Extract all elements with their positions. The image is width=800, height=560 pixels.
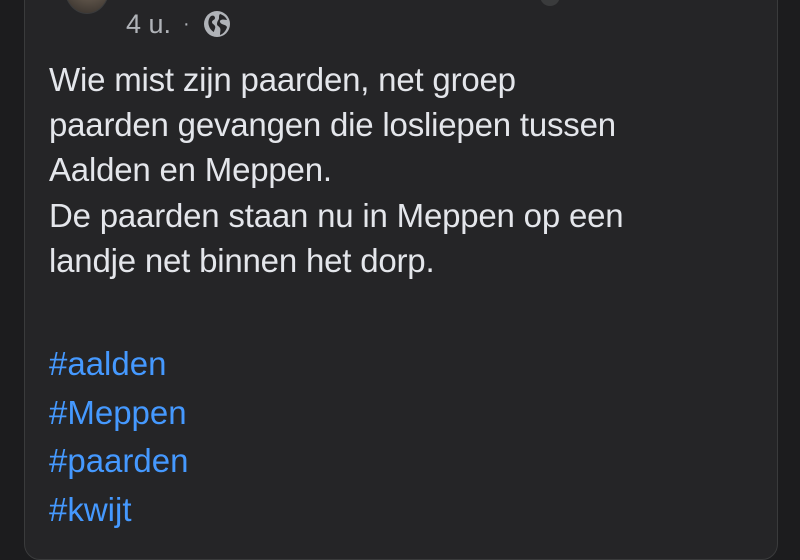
- post-timestamp[interactable]: 4 u.: [126, 9, 171, 40]
- post-body-line: Aalden en Meppen.: [49, 151, 332, 189]
- hashtag-paarden[interactable]: #paarden: [49, 437, 188, 486]
- meta-separator: ·: [183, 12, 190, 35]
- hashtag-kwijt[interactable]: #kwijt: [49, 486, 188, 535]
- post-body-line: landje net binnen het dorp.: [49, 241, 435, 279]
- globe-icon: [202, 9, 232, 39]
- post-meta: 4 u. ·: [126, 6, 232, 42]
- post-body: Wie mist zijn paarden, net groep paarden…: [49, 57, 769, 283]
- post-body-line: paarden gevangen die losliepen tussen: [49, 106, 616, 144]
- post-body-line: Wie mist zijn paarden, net groep: [49, 61, 516, 98]
- hashtag-meppen[interactable]: #Meppen: [49, 389, 188, 438]
- hashtag-aalden[interactable]: #aalden: [49, 340, 188, 389]
- post-body-line: De paarden staan nu in Meppen op een: [49, 196, 624, 234]
- hashtag-list: #aalden #Meppen #paarden #kwijt: [49, 340, 188, 534]
